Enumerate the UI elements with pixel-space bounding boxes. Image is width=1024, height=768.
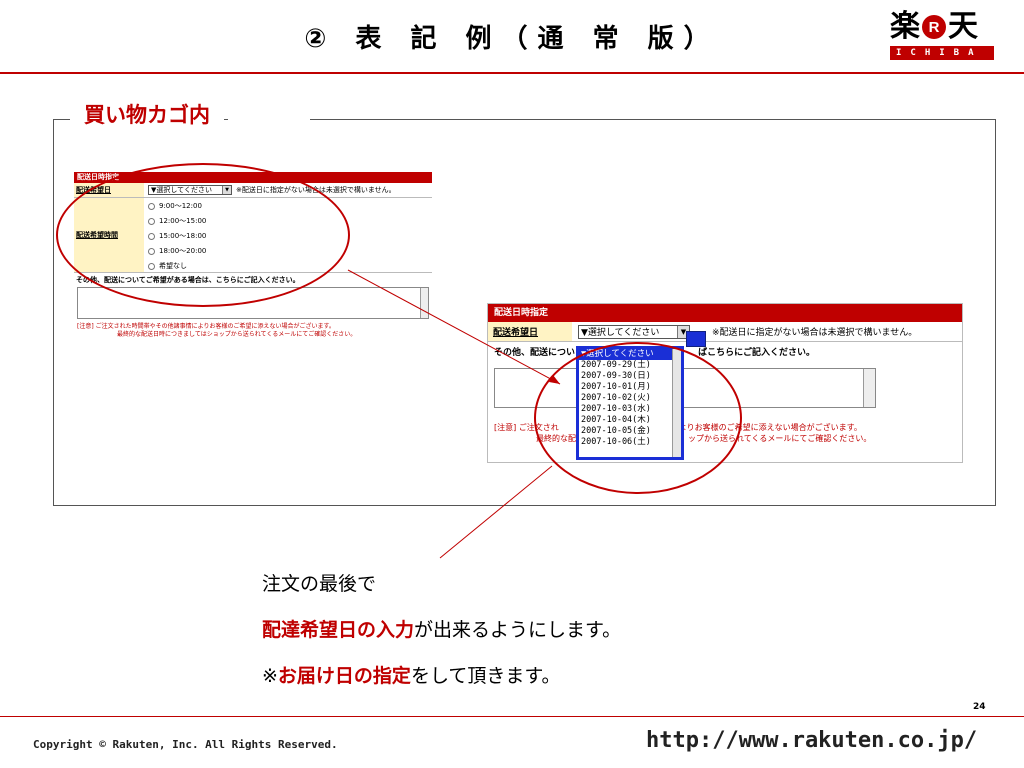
site-url-link[interactable]: http://www.rakuten.co.jp/ (646, 728, 977, 753)
body-emphasis: 配達希望日の入力 (262, 619, 415, 641)
footer-divider (0, 716, 1024, 717)
connector-line (347, 269, 561, 385)
body-line-2: 配達希望日の入力が出来るようにします。 (262, 615, 621, 642)
body-text: が出来るようにします。 (414, 619, 622, 641)
callout-line (439, 465, 553, 559)
body-line-3: ※お届け日の指定をして頂きます。 (262, 661, 560, 688)
body-text: ※ (262, 665, 278, 687)
copyright-text: Copyright © Rakuten, Inc. All Rights Res… (33, 738, 338, 751)
annotation-lines (347, 269, 561, 559)
arrowhead-icon (549, 375, 560, 384)
body-text: をして頂きます。 (410, 665, 561, 687)
body-line-1: 注文の最後で (262, 573, 377, 595)
body-emphasis: お届け日の指定 (277, 665, 411, 687)
page-number: 24 (973, 702, 986, 712)
